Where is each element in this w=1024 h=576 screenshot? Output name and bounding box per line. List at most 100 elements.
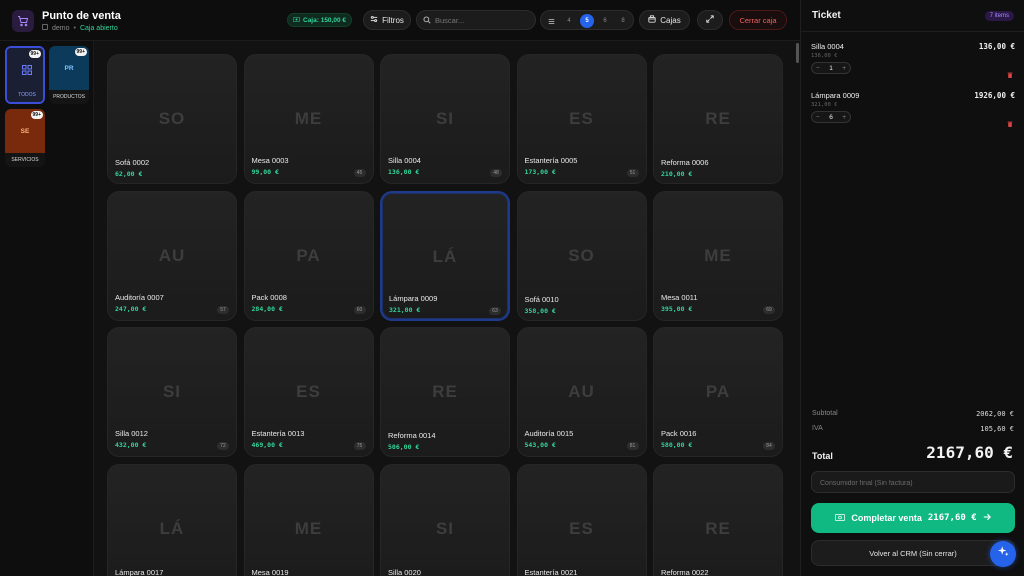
product-card[interactable]: RE Reforma 0022 (653, 463, 783, 576)
product-price: 284,00 € (251, 304, 283, 313)
sparkle-icon (997, 545, 1010, 563)
product-card[interactable]: ME Mesa 0019 (243, 463, 374, 576)
cart-icon (12, 10, 34, 32)
product-initials: ES (296, 382, 321, 401)
complete-sale-button[interactable]: Completar venta 2167,60 € (811, 503, 1015, 533)
product-price: 432,00 € (115, 441, 147, 449)
product-name: Auditoría 0015 (524, 429, 574, 438)
back-to-crm-button[interactable]: Volver al CRM (Sin cerrar) (811, 540, 1015, 566)
grid-size-4[interactable]: 4 (562, 14, 576, 28)
trash-icon[interactable] (1007, 65, 1013, 78)
filters-label: Filtros (382, 15, 404, 25)
client-field[interactable] (811, 471, 1015, 494)
decrement-button[interactable]: − (816, 65, 820, 72)
decrement-button[interactable]: − (816, 114, 820, 121)
grid-size-5[interactable]: 5 (580, 14, 594, 28)
separator-dot: • (73, 24, 76, 32)
product-card[interactable]: SI Silla 0012 432,00 € 72 (107, 327, 237, 457)
search-input[interactable] (435, 15, 531, 25)
product-price: 506,00 € (388, 443, 420, 451)
cajas-button[interactable]: Cajas (639, 10, 690, 30)
subtotal-row: Subtotal 2062,00 € (812, 410, 1014, 418)
product-initials: SO (158, 109, 186, 128)
fullscreen-button[interactable] (697, 10, 723, 30)
product-price: 469,00 € (251, 441, 283, 449)
product-grid: SO Sofá 0002 62,00 € ME Mesa 0003 99,00 € 45 SI… (94, 41, 800, 576)
grid-scrollbar[interactable] (796, 43, 799, 63)
search-box[interactable] (416, 10, 536, 30)
product-card[interactable]: ES Estantería 0013 469,00 € 75 (243, 327, 374, 457)
product-name: Estantería 0013 (251, 429, 305, 438)
product-card[interactable]: ES Estantería 0005 173,00 € 51 (516, 54, 647, 184)
complete-sale-amount: 2167,60 € (927, 513, 977, 523)
product-name: Silla 0020 (388, 567, 421, 576)
total-label: Total (812, 451, 833, 461)
stock-badge: 72 (217, 442, 229, 450)
ticket-header: Ticket 7 items (801, 0, 1024, 32)
stock-badge: 69 (763, 305, 775, 314)
product-initials: ES (569, 109, 594, 128)
product-name: Estantería 0005 (524, 156, 578, 165)
category-label: PRODUCTOS (49, 90, 89, 104)
register-icon (648, 15, 656, 25)
grid-size-6[interactable]: 6 (598, 14, 612, 28)
product-name: Sofá 0010 (524, 294, 559, 304)
product-card[interactable]: SO Sofá 0010 358,00 € (516, 190, 647, 321)
grid-size-selector[interactable]: 4 5 6 8 (540, 10, 634, 30)
line-name: Lámpara 0009 (811, 91, 860, 100)
quantity-stepper[interactable]: − 6 + (811, 111, 851, 123)
category-productos[interactable]: PR PRODUCTOS 99+ (49, 46, 89, 104)
product-initials: ME (294, 109, 323, 128)
product-card[interactable]: AU Auditoría 0007 247,00 € 57 (107, 190, 237, 321)
product-card[interactable]: LÁ Lámpara 0009 321,00 € 63 (380, 190, 510, 321)
register-balance-text: Caja: 150,00 € (303, 16, 347, 24)
filters-button[interactable]: Filtros (363, 10, 411, 30)
stock-badge: 48 (490, 169, 502, 177)
product-card[interactable]: PA Pack 0008 284,00 € 60 (243, 190, 374, 321)
product-card[interactable]: ES Estantería 0021 (516, 463, 647, 576)
product-card[interactable]: SI Silla 0004 136,00 € 48 (380, 54, 510, 184)
register-status: Caja abierto (79, 24, 118, 32)
client-input[interactable] (820, 473, 1010, 494)
line-name: Silla 0004 (811, 42, 844, 51)
ticket-title: Ticket (812, 10, 841, 21)
complete-sale-label: Completar venta (851, 513, 922, 523)
product-card[interactable]: RE Reforma 0006 210,00 € (653, 54, 783, 184)
product-initials: SI (435, 109, 455, 128)
list-view-icon[interactable] (544, 14, 558, 28)
product-initials: ME (704, 245, 732, 265)
product-card[interactable]: AU Auditoría 0015 543,00 € 81 (516, 327, 647, 457)
product-card[interactable]: PA Pack 0016 580,00 € 84 (653, 327, 783, 457)
product-initials: LÁ (159, 518, 185, 538)
close-register-button[interactable]: Cerrar caja (729, 10, 787, 30)
category-servicios[interactable]: SE SERVICIOS 99+ (5, 109, 45, 167)
trash-icon[interactable] (1007, 114, 1013, 127)
product-name: Pack 0016 (661, 429, 697, 438)
product-card[interactable]: LÁ Lámpara 0017 (107, 463, 237, 576)
product-price: 247,00 € (115, 304, 147, 313)
ticket-panel: Ticket 7 items Silla 0004 136,00 € 136,0… (800, 0, 1024, 576)
product-initials: SI (162, 382, 182, 401)
product-name: Mesa 0011 (661, 292, 698, 302)
grid-size-8[interactable]: 8 (616, 14, 630, 28)
product-name: Silla 0004 (388, 156, 421, 165)
assistant-button[interactable] (990, 541, 1016, 567)
product-card[interactable]: ME Mesa 0003 99,00 € 45 (243, 54, 374, 184)
product-initials: RE (705, 109, 731, 128)
product-name: Reforma 0014 (388, 431, 436, 440)
stock-badge: 84 (763, 442, 775, 450)
increment-button[interactable]: + (842, 65, 846, 72)
product-card[interactable]: RE Reforma 0014 506,00 € (380, 327, 510, 457)
product-card[interactable]: SI Silla 0020 (380, 463, 510, 576)
quantity-stepper[interactable]: − 1 + (811, 62, 851, 74)
product-price: 580,00 € (661, 441, 693, 449)
increment-button[interactable]: + (842, 114, 846, 121)
category-count-badge: 99+ (28, 50, 41, 58)
product-initials: SO (568, 245, 595, 265)
cash-icon (835, 513, 846, 523)
category-todos[interactable]: TODOS 99+ (5, 46, 45, 104)
product-card[interactable]: ME Mesa 0011 395,00 € 69 (653, 190, 783, 321)
product-card[interactable]: SO Sofá 0002 62,00 € (107, 54, 237, 184)
product-initials: LÁ (432, 246, 458, 266)
product-initials: ME (294, 518, 323, 538)
